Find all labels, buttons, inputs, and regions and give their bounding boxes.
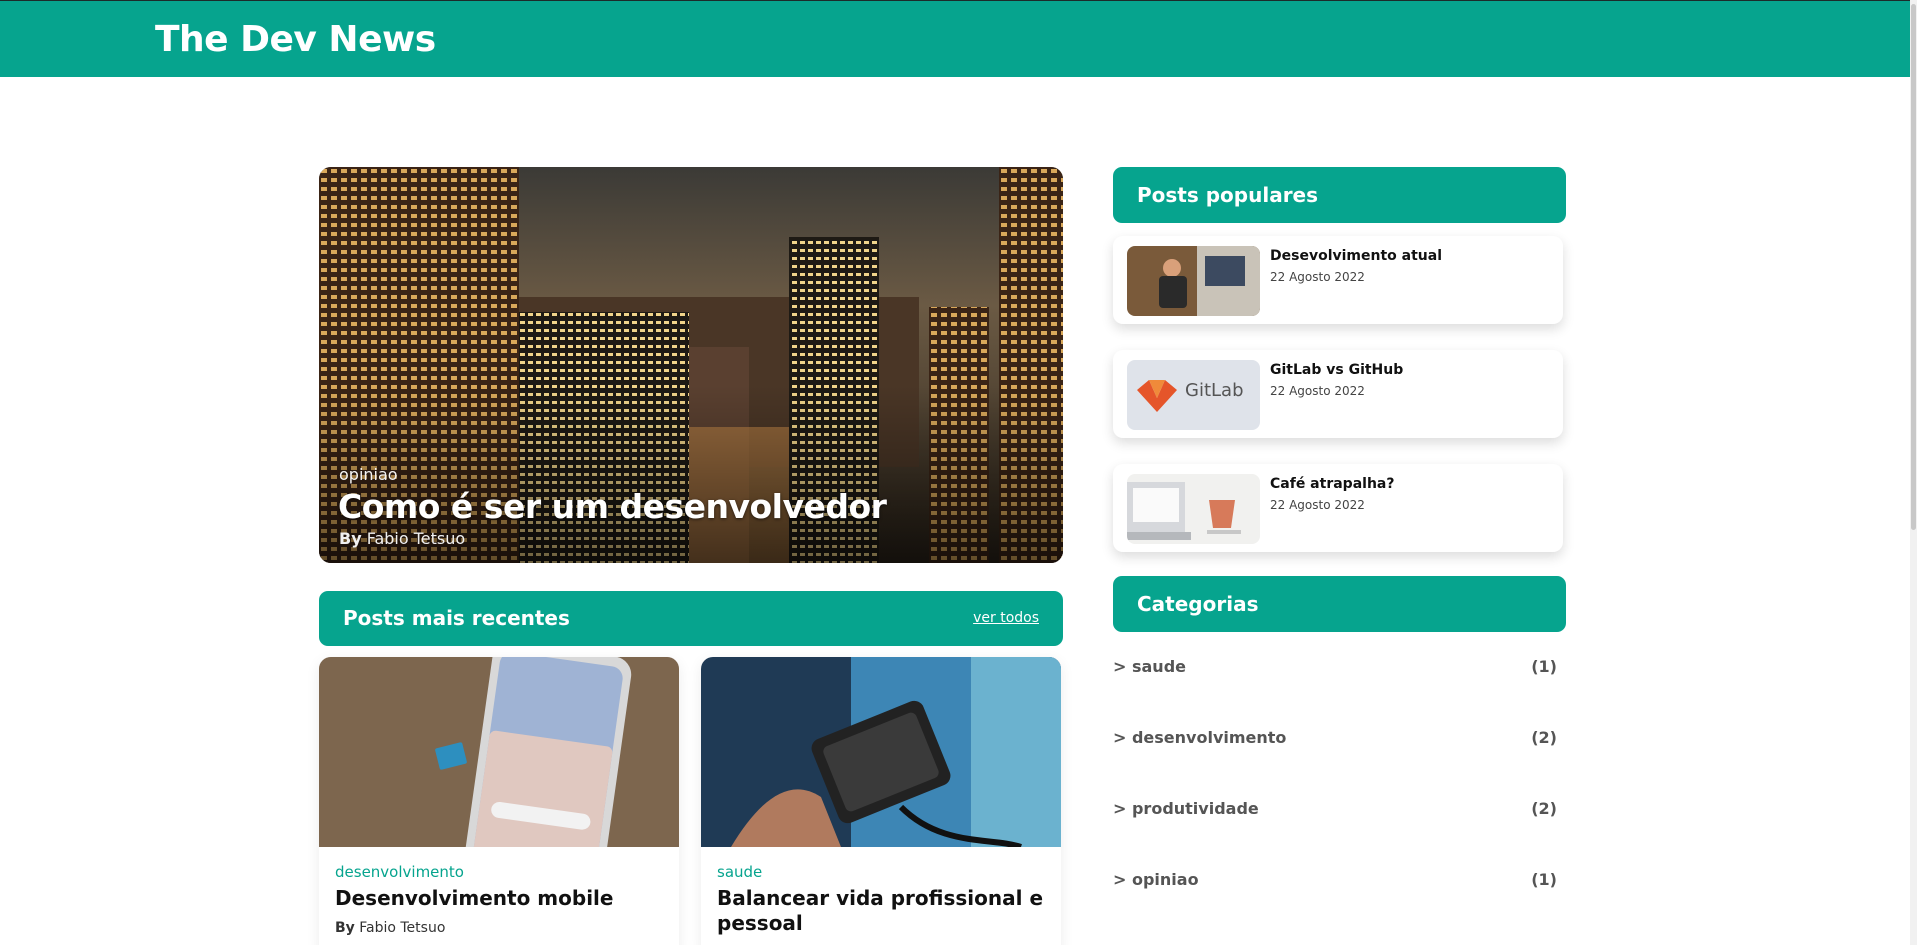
popular-post-item[interactable]: Café atrapalha? 22 Agosto 2022 <box>1113 464 1563 552</box>
featured-post-author: By Fabio Tetsuo <box>339 529 465 548</box>
post-category[interactable]: desenvolvimento <box>335 863 464 881</box>
post-author: By Fabio Tetsuo <box>335 920 445 936</box>
popular-posts-title: Posts populares <box>1137 183 1319 207</box>
site-header: The Dev News <box>0 0 1917 77</box>
popular-post-title[interactable]: GitLab vs GitHub <box>1270 362 1403 378</box>
categories-title: Categorias <box>1137 592 1259 616</box>
author-name: Fabio Tetsuo <box>366 529 466 548</box>
category-name[interactable]: > desenvolvimento <box>1113 728 1286 747</box>
author-prefix: By <box>339 529 362 548</box>
author-prefix: By <box>335 920 355 936</box>
popular-post-item[interactable]: GitLab GitLab vs GitHub 22 Agosto 2022 <box>1113 350 1563 438</box>
popular-post-date: 22 Agosto 2022 <box>1270 498 1365 512</box>
page-scrollbar-thumb[interactable] <box>1911 4 1916 530</box>
popular-posts-header: Posts populares <box>1113 167 1566 223</box>
post-category[interactable]: saude <box>717 863 762 881</box>
category-name[interactable]: > produtividade <box>1113 799 1259 818</box>
featured-post[interactable]: opiniao Como é ser um desenvolvedor By F… <box>319 167 1063 563</box>
gitlab-logo-text: GitLab <box>1185 380 1244 401</box>
popular-post-title[interactable]: Café atrapalha? <box>1270 476 1394 492</box>
category-item-opiniao[interactable]: > opiniao (1) <box>1113 870 1557 894</box>
recent-post-card[interactable]: saude Balancear vida profissional e pess… <box>701 657 1061 945</box>
featured-post-title[interactable]: Como é ser um desenvolvedor <box>338 487 887 526</box>
category-item-desenvolvimento[interactable]: > desenvolvimento (2) <box>1113 728 1557 752</box>
popular-post-date: 22 Agosto 2022 <box>1270 384 1365 398</box>
popular-post-thumbnail <box>1127 246 1260 316</box>
popular-post-item[interactable]: Desevolvimento atual 22 Agosto 2022 <box>1113 236 1563 324</box>
categories-header: Categorias <box>1113 576 1566 632</box>
featured-post-category[interactable]: opiniao <box>339 465 398 484</box>
popular-post-title[interactable]: Desevolvimento atual <box>1270 248 1442 264</box>
popular-post-thumbnail <box>1127 474 1260 544</box>
popular-post-thumbnail: GitLab <box>1127 360 1260 430</box>
category-count: (2) <box>1531 799 1557 818</box>
author-name: Fabio Tetsuo <box>359 920 446 936</box>
popular-post-date: 22 Agosto 2022 <box>1270 270 1365 284</box>
recent-posts-header: Posts mais recentes ver todos <box>319 591 1063 646</box>
category-item-saude[interactable]: > saude (1) <box>1113 657 1557 681</box>
post-title[interactable]: Desenvolvimento mobile <box>335 886 665 911</box>
category-count: (1) <box>1531 870 1557 889</box>
see-all-link[interactable]: ver todos <box>973 610 1039 626</box>
post-thumbnail <box>319 657 679 847</box>
recent-posts-title: Posts mais recentes <box>343 606 570 630</box>
site-logo[interactable]: The Dev News <box>155 19 436 60</box>
recent-post-card[interactable]: desenvolvimento Desenvolvimento mobile B… <box>319 657 679 945</box>
post-thumbnail <box>701 657 1061 847</box>
post-title[interactable]: Balancear vida profissional e pessoal <box>717 886 1047 936</box>
category-item-produtividade[interactable]: > produtividade (2) <box>1113 799 1557 823</box>
category-count: (2) <box>1531 728 1557 747</box>
category-name[interactable]: > saude <box>1113 657 1186 676</box>
category-count: (1) <box>1531 657 1557 676</box>
category-name[interactable]: > opiniao <box>1113 870 1199 889</box>
